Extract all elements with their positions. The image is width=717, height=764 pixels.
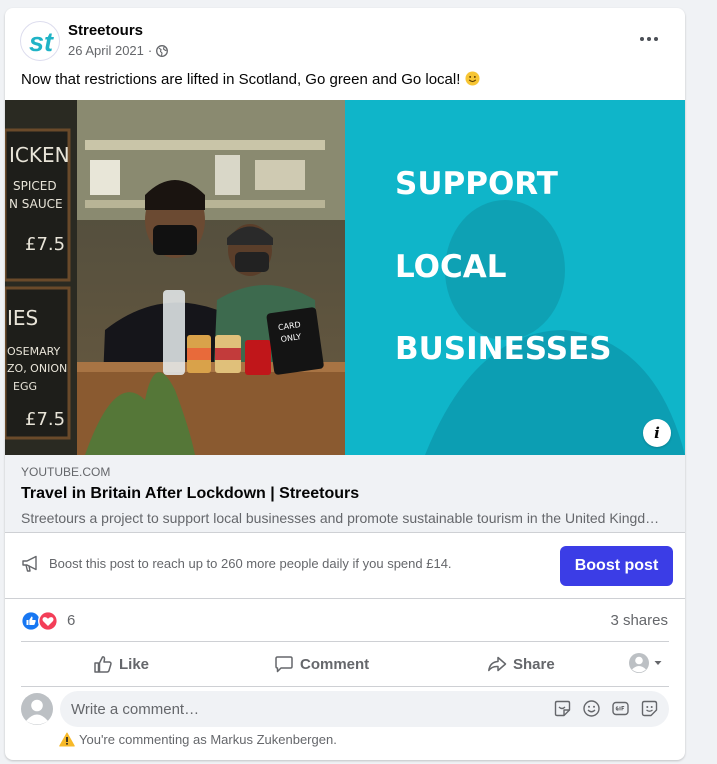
comment-placeholder: Write a comment… xyxy=(71,700,200,718)
chalk-line-9: £7.5 xyxy=(25,409,65,430)
avatar-sticker-icon[interactable] xyxy=(640,699,659,718)
post-actions: Like Comment Share xyxy=(21,641,669,687)
comment-input[interactable]: Write a comment… xyxy=(60,691,669,727)
overlay-line-3: BUSINESSES xyxy=(395,331,612,367)
meta-separator: · xyxy=(147,43,153,58)
like-reaction-icon xyxy=(21,611,41,631)
chalk-line-2: SPICED xyxy=(13,179,57,193)
link-domain: YOUTUBE.COM xyxy=(21,465,111,479)
share-button[interactable]: Share xyxy=(487,642,555,686)
post-text-content: Now that restrictions are lifted in Scot… xyxy=(21,71,461,88)
post-meta: 26 April 2021 · xyxy=(68,43,169,58)
warning-icon xyxy=(59,732,75,747)
comment-composer: Write a comment… xyxy=(5,691,685,731)
chalk-line-6: OSEMARY xyxy=(7,345,61,358)
reaction-count[interactable]: 6 xyxy=(67,612,75,629)
reactions-summary[interactable]: 6 3 shares xyxy=(5,599,685,641)
commenting-as-text: You're commenting as Markus Zukenbergen. xyxy=(79,732,337,747)
chalk-line-7: ZO, ONION xyxy=(7,362,67,375)
link-preview-image[interactable]: ICKEN SPICED N SAUCE £7.5 IES OSEMARY ZO… xyxy=(5,100,685,455)
boost-row: Boost this post to reach up to 260 more … xyxy=(5,533,685,599)
love-reaction-icon xyxy=(38,611,58,631)
emoji-icon[interactable] xyxy=(582,699,601,718)
smiley-emoji-icon xyxy=(465,71,480,86)
commenting-as-notice: You're commenting as Markus Zukenbergen. xyxy=(59,732,337,747)
comment-tools xyxy=(553,699,659,718)
chalk-line-3: N SAUCE xyxy=(9,197,63,211)
chevron-down-icon xyxy=(654,661,662,665)
share-count[interactable]: 3 shares xyxy=(610,612,668,629)
more-icon[interactable] xyxy=(631,26,667,52)
page-avatar[interactable]: st xyxy=(20,21,60,61)
post-header: st Streetours 26 April 2021 · xyxy=(5,8,685,70)
chalk-line-4: £7.5 xyxy=(25,234,65,255)
link-title[interactable]: Travel in Britain After Lockdown | Stree… xyxy=(21,485,359,503)
info-icon[interactable]: i xyxy=(643,419,671,447)
overlay-line-1: SUPPORT xyxy=(395,166,558,202)
chalk-line-5: IES xyxy=(7,306,38,330)
link-description: Streetours a project to support local bu… xyxy=(21,510,661,526)
post-card: st Streetours 26 April 2021 · Now that r… xyxy=(5,8,685,760)
reaction-icons[interactable] xyxy=(21,611,61,631)
audience-selector[interactable] xyxy=(628,652,663,674)
boost-text: Boost this post to reach up to 260 more … xyxy=(49,556,452,571)
comment-button[interactable]: Comment xyxy=(274,642,369,686)
chalk-line-1: ICKEN xyxy=(9,143,70,167)
overlay-line-2: LOCAL xyxy=(395,249,507,285)
globe-icon[interactable] xyxy=(156,44,169,57)
comment-label: Comment xyxy=(300,655,370,673)
like-icon xyxy=(94,656,112,673)
chalk-line-8: EGG xyxy=(13,380,37,393)
share-icon xyxy=(488,656,507,672)
commenter-avatar[interactable] xyxy=(21,693,53,725)
comment-icon xyxy=(275,656,293,673)
share-label: Share xyxy=(513,655,555,673)
sticker-icon[interactable] xyxy=(553,699,572,718)
page-name[interactable]: Streetours xyxy=(68,22,143,39)
audience-avatar-icon xyxy=(629,653,649,673)
boost-post-button[interactable]: Boost post xyxy=(560,546,673,586)
post-text: Now that restrictions are lifted in Scot… xyxy=(21,71,480,88)
post-date[interactable]: 26 April 2021 xyxy=(68,43,144,58)
gif-icon[interactable] xyxy=(611,699,630,718)
like-button[interactable]: Like xyxy=(93,642,149,686)
like-label: Like xyxy=(119,655,150,673)
megaphone-icon xyxy=(22,555,37,572)
media-scene: ICKEN SPICED N SAUCE £7.5 IES OSEMARY ZO… xyxy=(5,100,685,455)
avatar-logo-text: st xyxy=(29,27,54,57)
link-preview[interactable]: YOUTUBE.COM Travel in Britain After Lock… xyxy=(5,455,685,533)
